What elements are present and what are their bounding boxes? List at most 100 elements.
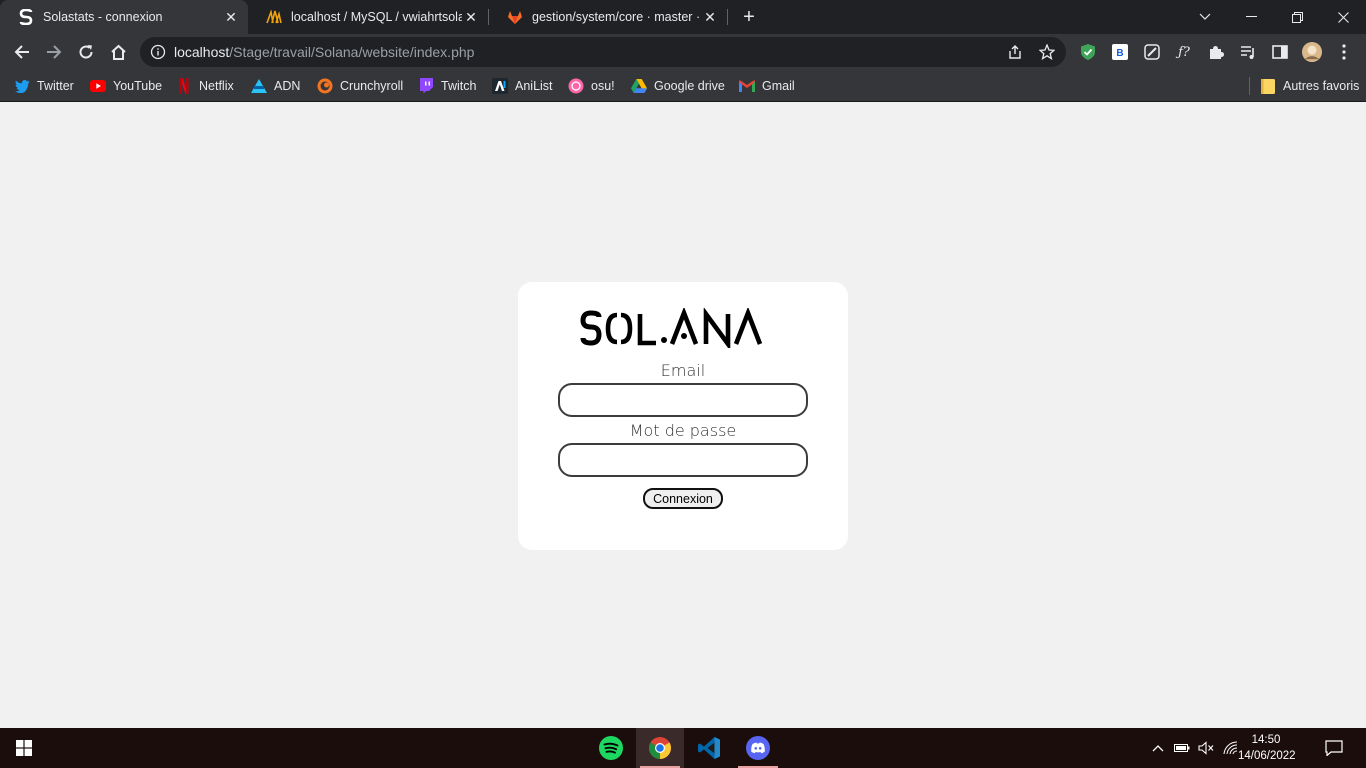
- reload-button[interactable]: [72, 38, 100, 66]
- bookmark-twitter[interactable]: Twitter: [14, 76, 74, 96]
- email-label: Email: [660, 361, 706, 380]
- connexion-button[interactable]: Connexion: [643, 488, 723, 509]
- page-content: Email Mot de passe Connexion: [0, 102, 1366, 728]
- minimize-button[interactable]: [1228, 0, 1274, 34]
- other-bookmarks-folder[interactable]: Autres favoris: [1260, 76, 1359, 96]
- notifications-icon[interactable]: [1323, 738, 1345, 758]
- osu-icon: [568, 78, 584, 94]
- extensions-puzzle-icon[interactable]: [1206, 42, 1226, 62]
- bookmarks-bar: Twitter YouTube Netflix ADN Crunchyroll …: [0, 70, 1366, 102]
- tab-title: localhost / MySQL / vwiahrtsolan: [291, 10, 462, 24]
- bitwarden-extension-icon[interactable]: B: [1110, 42, 1130, 62]
- folder-icon: [1260, 78, 1276, 94]
- youtube-icon: [90, 78, 106, 94]
- bookmark-star-icon[interactable]: [1038, 43, 1056, 61]
- wifi-icon[interactable]: [1220, 738, 1240, 758]
- forward-button[interactable]: [40, 38, 68, 66]
- close-tab-icon[interactable]: ✕: [701, 8, 719, 26]
- home-button[interactable]: [104, 38, 132, 66]
- bookmark-label: Twitch: [441, 79, 477, 93]
- close-window-button[interactable]: [1320, 0, 1366, 34]
- edit-extension-icon[interactable]: [1142, 42, 1162, 62]
- email-field[interactable]: [558, 383, 808, 417]
- tab-solastats[interactable]: Solastats - connexion ✕: [0, 0, 248, 34]
- svg-text:B: B: [1116, 48, 1123, 59]
- netflix-icon: [176, 78, 192, 94]
- crunchyroll-icon: [317, 78, 333, 94]
- adn-icon: [251, 78, 267, 94]
- bookmark-label: YouTube: [113, 79, 163, 93]
- tab-strip: Solastats - connexion ✕ localhost / MySQ…: [0, 0, 1366, 34]
- system-clock[interactable]: 14:50 14/06/2022: [1238, 732, 1296, 764]
- twitch-icon: [418, 78, 434, 94]
- password-label: Mot de passe: [629, 421, 737, 440]
- start-button[interactable]: [0, 728, 48, 768]
- solana-s-icon: [18, 9, 34, 25]
- password-field[interactable]: [558, 443, 808, 477]
- bookmark-label: AniList: [515, 79, 553, 93]
- tab-title: Solastats - connexion: [43, 10, 163, 24]
- anilist-icon: [492, 78, 508, 94]
- more-menu-icon[interactable]: [1334, 42, 1354, 62]
- bookmark-google-drive[interactable]: Google drive: [631, 76, 725, 96]
- bookmark-youtube[interactable]: YouTube: [90, 76, 162, 96]
- font-extension-icon[interactable]: ƒ?: [1174, 42, 1194, 62]
- taskbar-chrome[interactable]: [636, 728, 684, 768]
- taskbar-discord[interactable]: [734, 728, 782, 768]
- taskbar-spotify[interactable]: [587, 728, 635, 768]
- bookmark-netflix[interactable]: Netflix: [176, 76, 234, 96]
- windows-icon: [16, 740, 32, 756]
- site-info-icon[interactable]: [150, 44, 166, 60]
- bookmark-label: Twitter: [37, 79, 74, 93]
- browser-toolbar: localhost/Stage/travail/Solana/website/i…: [0, 34, 1366, 70]
- back-button[interactable]: [8, 38, 36, 66]
- bookmark-adn[interactable]: ADN: [251, 76, 300, 96]
- other-bookmarks-label: Autres favoris: [1283, 79, 1360, 93]
- close-tab-icon[interactable]: ✕: [222, 8, 240, 26]
- tab-title: gestion/system/core · master · ar: [532, 10, 701, 24]
- phpmyadmin-icon: [266, 9, 282, 25]
- tab-search-icon[interactable]: [1182, 0, 1228, 34]
- bookmark-gmail[interactable]: Gmail: [739, 76, 795, 96]
- bookmark-label: Google drive: [654, 79, 725, 93]
- bookmark-anilist[interactable]: AniList: [492, 76, 553, 96]
- taskbar-vscode[interactable]: [685, 728, 733, 768]
- media-control-icon[interactable]: [1238, 42, 1258, 62]
- url-path: /Stage/travail/Solana/website/index.php: [229, 44, 475, 60]
- volume-muted-icon[interactable]: [1196, 738, 1216, 758]
- address-bar[interactable]: localhost/Stage/travail/Solana/website/i…: [140, 37, 1066, 67]
- tab-separator: [727, 9, 728, 25]
- gitlab-icon: [507, 9, 523, 25]
- adblock-shield-icon[interactable]: [1078, 42, 1098, 62]
- close-tab-icon[interactable]: ✕: [462, 8, 480, 26]
- tab-phpmyadmin[interactable]: localhost / MySQL / vwiahrtsolan ✕: [248, 0, 488, 34]
- battery-icon[interactable]: [1172, 738, 1192, 758]
- bookmark-label: Gmail: [762, 79, 795, 93]
- bookmarks-separator: [1249, 77, 1250, 95]
- gmail-icon: [739, 78, 755, 94]
- share-icon[interactable]: [1006, 43, 1024, 61]
- bookmark-osu[interactable]: osu!: [568, 76, 615, 96]
- restore-button[interactable]: [1274, 0, 1320, 34]
- solana-logo: [580, 308, 763, 348]
- taskbar: 14:50 14/06/2022: [0, 728, 1366, 768]
- bookmark-label: osu!: [591, 79, 615, 93]
- url-host: localhost: [174, 44, 230, 60]
- tab-gitlab[interactable]: gestion/system/core · master · ar ✕: [489, 0, 727, 34]
- discord-icon: [746, 736, 770, 760]
- clock-time: 14:50: [1251, 734, 1281, 746]
- bookmark-crunchyroll[interactable]: Crunchyroll: [317, 76, 403, 96]
- tray-overflow-icon[interactable]: [1148, 738, 1168, 758]
- clock-date: 14/06/2022: [1238, 750, 1296, 762]
- google-drive-icon: [631, 78, 647, 94]
- bookmark-label: Crunchyroll: [340, 79, 404, 93]
- url-text: localhost/Stage/travail/Solana/website/i…: [174, 44, 474, 60]
- bookmark-label: ADN: [274, 79, 301, 93]
- bookmark-label: Netflix: [199, 79, 234, 93]
- new-tab-button[interactable]: +: [738, 6, 760, 28]
- side-panel-icon[interactable]: [1270, 42, 1290, 62]
- bookmark-twitch[interactable]: Twitch: [418, 76, 476, 96]
- profile-avatar[interactable]: [1302, 42, 1322, 62]
- spotify-icon: [599, 736, 623, 760]
- twitter-icon: [14, 78, 30, 94]
